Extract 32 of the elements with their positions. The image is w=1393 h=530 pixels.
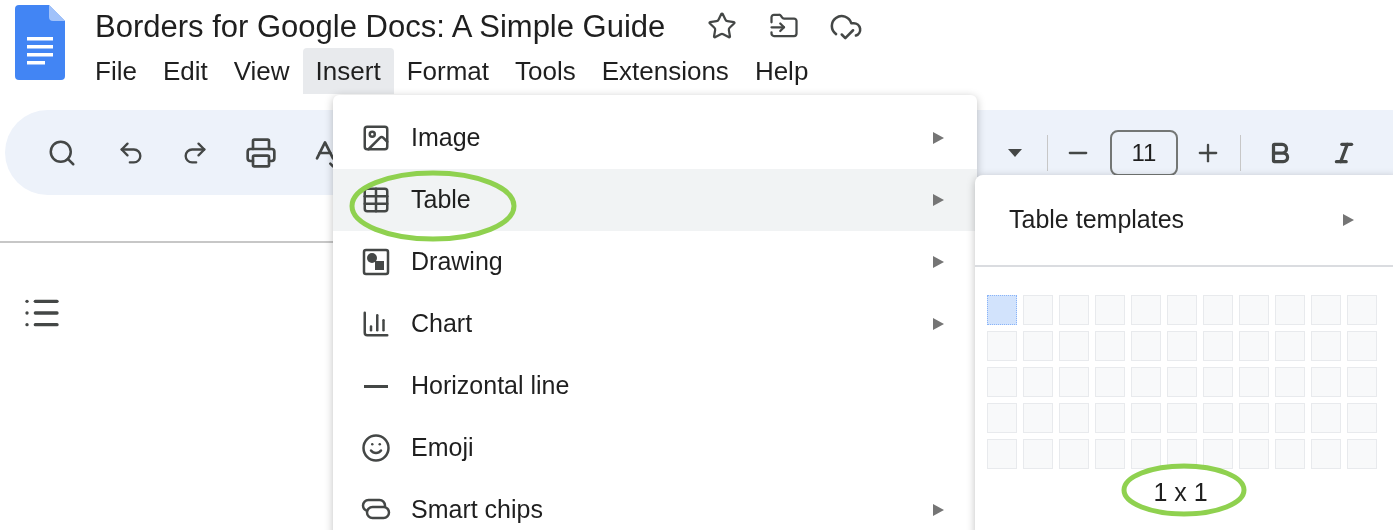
menu-bar-item[interactable]: Help (741, 48, 822, 94)
star-icon[interactable] (707, 11, 738, 41)
menu-bar-item[interactable]: Format (393, 48, 502, 94)
drawing-icon (361, 247, 391, 277)
menu-bar-item[interactable]: Tools (502, 48, 589, 94)
menu-item-label: Drawing (411, 246, 503, 278)
caret-icon[interactable] (1007, 147, 1023, 158)
menu-bar-item[interactable]: Extensions (588, 48, 742, 94)
menu-item-label: Horizontal line (411, 370, 570, 402)
table-icon (361, 185, 391, 215)
menu-item-label: Table (411, 184, 471, 216)
menu-item-label: Image (411, 122, 481, 154)
table-size-cell[interactable] (987, 295, 1017, 325)
menu-item[interactable]: Image (333, 107, 977, 169)
menu-bar-item[interactable]: File (82, 48, 150, 94)
menu-item-label: Smart chips (411, 494, 543, 526)
menu-item-label: Chart (411, 308, 473, 340)
emoji-icon (361, 433, 391, 463)
menu-item[interactable]: Table templates (975, 175, 1393, 267)
table-size-label: 1 x 1 (1153, 477, 1208, 507)
document-title[interactable]: Borders for Google Docs: A Simple Guide (95, 10, 666, 42)
menu-item[interactable]: Table (333, 169, 977, 231)
docs-logo[interactable] (15, 5, 65, 80)
image-icon (361, 123, 391, 153)
horizontal-line-icon (364, 384, 388, 388)
chart-icon (361, 309, 391, 339)
menu-bar-item[interactable]: View (220, 48, 303, 94)
menu-item-label: Table templates (1009, 204, 1185, 236)
menu-bar-item[interactable]: Edit (149, 48, 221, 94)
menu-bar-item[interactable]: Insert (302, 48, 394, 94)
print-icon[interactable] (245, 136, 277, 169)
menu-item-label: Emoji (411, 432, 474, 464)
